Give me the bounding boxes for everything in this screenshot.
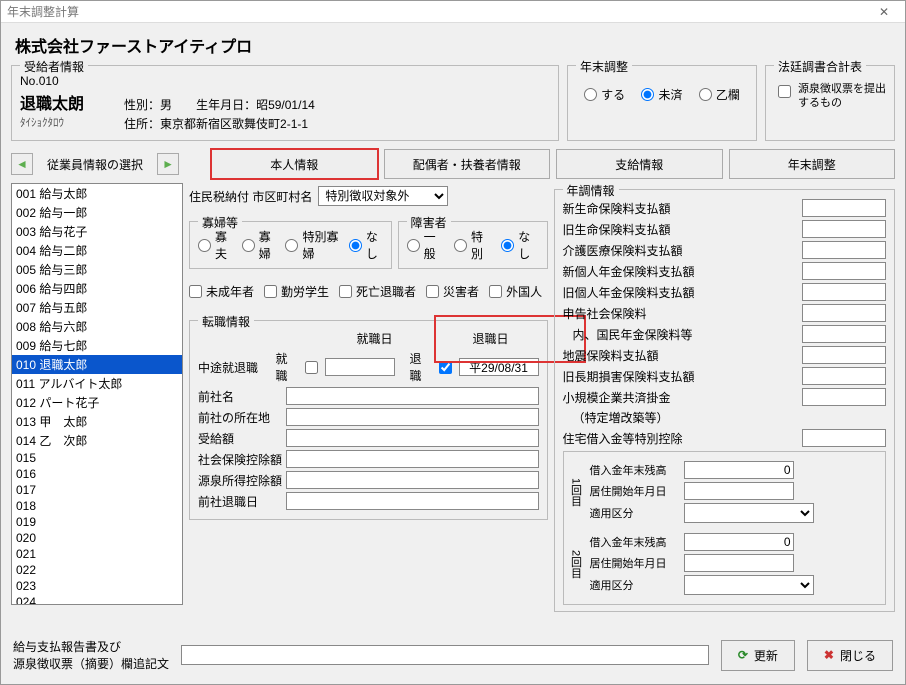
list-item[interactable]: 002 給与一郎	[12, 203, 182, 222]
list-item[interactable]: 003 給与花子	[12, 222, 182, 241]
retire-checkbox[interactable]	[439, 361, 452, 374]
withholding-input[interactable]	[286, 471, 539, 489]
next-employee-button[interactable]: ►	[157, 153, 179, 175]
list-item[interactable]: 006 給与四郎	[12, 279, 182, 298]
close-button-icon: ✖	[824, 648, 834, 662]
tab-spouse[interactable]: 配偶者・扶養者情報	[384, 149, 551, 179]
tab-yearend[interactable]: 年末調整	[729, 149, 896, 179]
radio-otsu[interactable]: 乙欄	[699, 86, 740, 103]
radio-pending[interactable]: 未済	[641, 86, 682, 103]
list-item[interactable]: 013 甲 太郎	[12, 412, 182, 431]
list-item[interactable]: 012 パート花子	[12, 393, 182, 412]
refresh-icon: ⟳	[738, 648, 748, 662]
list-item[interactable]: 021	[12, 546, 182, 562]
company-name: 株式会社ファーストアイティプロ	[1, 23, 905, 61]
list-item[interactable]: 019	[12, 514, 182, 530]
adj-info-fieldset: 年調情報 新生命保険料支払額旧生命保険料支払額介護医療保険料支払額新個人年金保険…	[554, 189, 895, 612]
list-item[interactable]: 023	[12, 578, 182, 594]
update-button[interactable]: ⟳更新	[721, 640, 795, 671]
list-item[interactable]: 007 給与五郎	[12, 298, 182, 317]
prev-retire-date-input[interactable]	[286, 492, 539, 510]
disability-fieldset: 障害者 一般 特別 なし	[398, 221, 548, 269]
list-item[interactable]: 024	[12, 594, 182, 605]
list-item[interactable]: 022	[12, 562, 182, 578]
close-icon[interactable]: ✕	[869, 5, 899, 19]
list-item[interactable]: 009 給与七郎	[12, 336, 182, 355]
list-item[interactable]: 018	[12, 498, 182, 514]
list-item[interactable]: 011 アルバイト太郎	[12, 374, 182, 393]
widow-fieldset: 寡婦等 寡夫 寡婦 特別寡婦 なし	[189, 221, 392, 269]
hire-date-input[interactable]	[325, 358, 395, 376]
yearend-adj-fieldset: 年末調整 する 未済 乙欄	[567, 65, 757, 141]
municipal-select[interactable]: 特別徴収対象外	[318, 186, 448, 206]
submit-withholding-checkbox[interactable]	[778, 85, 791, 98]
retire-date-input[interactable]	[459, 358, 539, 376]
recipient-fieldset: 受給者情報 No.010 退職太朗 ﾀｲｼｮｸﾀﾛｳ 性別：男 生年月日：昭59…	[11, 65, 559, 141]
recipient-name: 退職太朗	[20, 90, 84, 114]
employee-list[interactable]: 001 給与太郎002 給与一郎003 給与花子004 給与二郎005 給与三郎…	[11, 183, 183, 605]
list-item[interactable]: 017	[12, 482, 182, 498]
window: 年末調整計算 ✕ 株式会社ファーストアイティプロ 受給者情報 No.010 退職…	[0, 0, 906, 685]
list-item[interactable]: 020	[12, 530, 182, 546]
hire-checkbox[interactable]	[305, 361, 318, 374]
report-remarks-input[interactable]	[181, 645, 709, 665]
list-item[interactable]: 010 退職太郎	[12, 355, 182, 374]
list-item[interactable]: 016	[12, 466, 182, 482]
list-item[interactable]: 001 給与太郎	[12, 184, 182, 203]
radio-do[interactable]: する	[584, 86, 625, 103]
transfer-fieldset: 転職情報 就職日 退職日 中途就退職 就職 退職	[189, 320, 548, 520]
list-item[interactable]: 014 乙 次郎	[12, 431, 182, 450]
received-input[interactable]	[286, 429, 539, 447]
prev-company-input[interactable]	[286, 387, 539, 405]
prev-employee-button[interactable]: ◄	[11, 153, 33, 175]
tab-payment[interactable]: 支給情報	[556, 149, 723, 179]
prev-addr-input[interactable]	[286, 408, 539, 426]
close-button[interactable]: ✖閉じる	[807, 640, 893, 671]
list-item[interactable]: 004 給与二郎	[12, 241, 182, 260]
social-deduct-input[interactable]	[286, 450, 539, 468]
list-item[interactable]: 005 給与三郎	[12, 260, 182, 279]
tab-self[interactable]: 本人情報	[211, 149, 378, 179]
list-item[interactable]: 008 給与六郎	[12, 317, 182, 336]
window-title: 年末調整計算	[7, 3, 869, 20]
legal-docs-fieldset: 法廷調書合計表 源泉徴収票を提出するもの	[765, 65, 895, 141]
titlebar: 年末調整計算 ✕	[1, 1, 905, 23]
list-item[interactable]: 015	[12, 450, 182, 466]
